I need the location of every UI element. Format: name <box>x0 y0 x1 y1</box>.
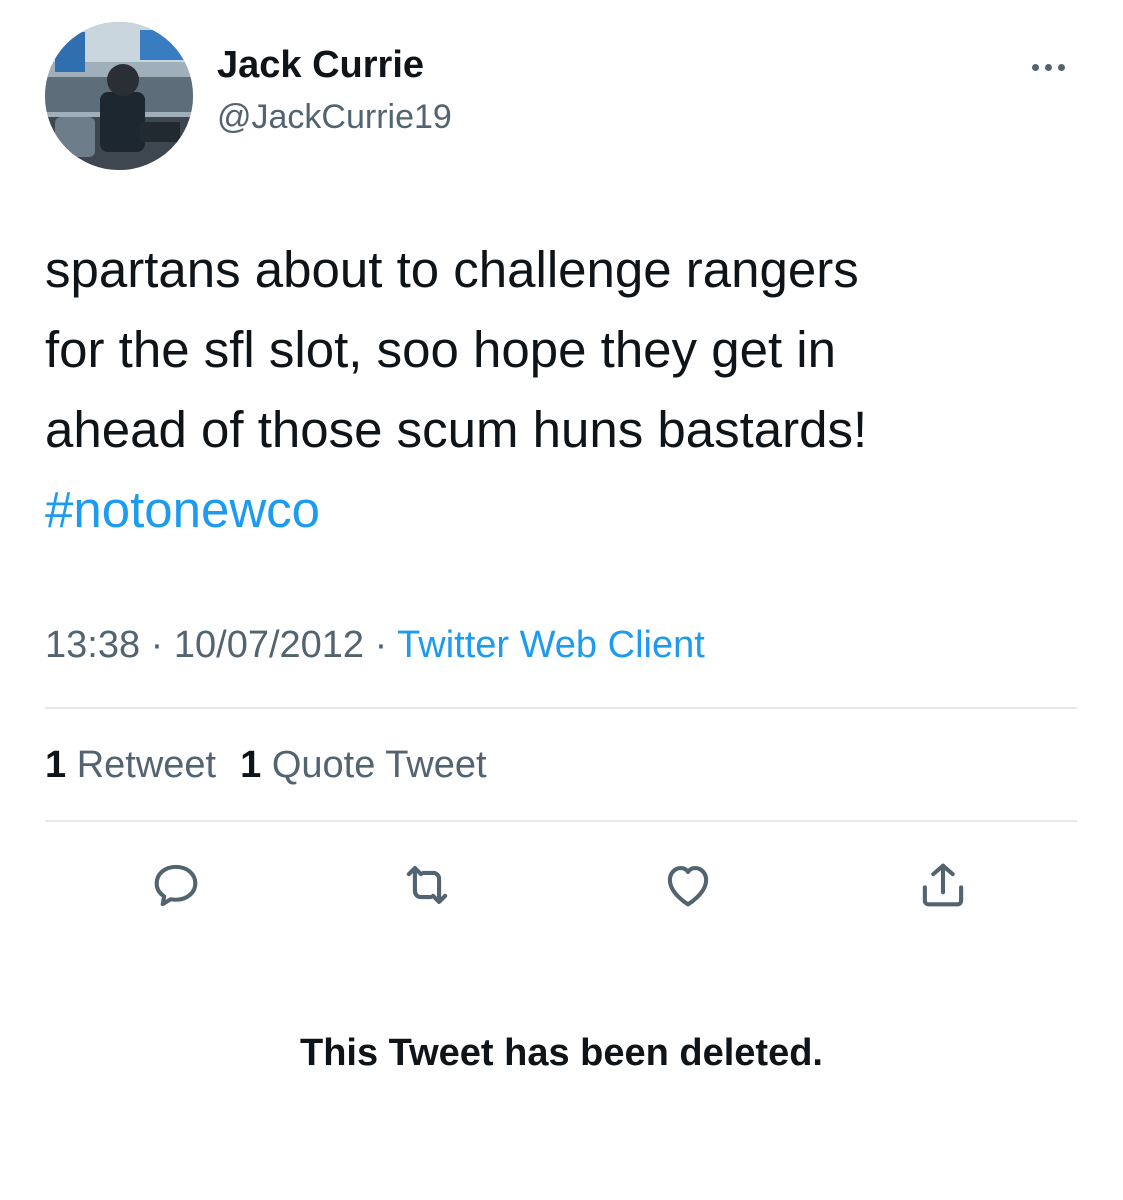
quotes-stat[interactable]: 1 Quote Tweet <box>240 744 486 786</box>
more-options-icon[interactable] <box>1018 52 1078 82</box>
deleted-notice: This Tweet has been deleted. <box>300 1032 823 1074</box>
tweet-source[interactable]: Twitter Web Client <box>397 624 705 666</box>
author-handle[interactable]: @JackCurrie19 <box>217 96 452 138</box>
retweets-stat[interactable]: 1 Retweet <box>45 744 216 786</box>
share-button[interactable] <box>908 850 978 920</box>
reply-button[interactable] <box>141 850 211 920</box>
more-dot <box>1044 63 1052 71</box>
reply-icon <box>154 864 198 907</box>
divider <box>45 707 1077 709</box>
tweet-text-line: ahead of those scum huns bastards! <box>45 401 868 458</box>
tweet-text: spartans about to challenge rangers for … <box>45 230 1085 550</box>
divider <box>45 820 1077 822</box>
action-bar <box>0 850 1123 920</box>
tweet-date[interactable]: 10/07/2012 <box>174 624 364 666</box>
avatar[interactable] <box>45 22 193 170</box>
tweet-meta: 13:38 · 10/07/2012 · Twitter Web Client <box>45 620 705 670</box>
tweet-text-line: spartans about to challenge rangers <box>45 241 859 298</box>
tweet-text-line: for the sfl slot, soo hope they get in <box>45 321 836 378</box>
retweet-count: 1 <box>45 744 67 786</box>
tweet-time[interactable]: 13:38 <box>45 624 140 666</box>
avatar-photo <box>45 22 193 170</box>
like-button[interactable] <box>653 850 723 920</box>
meta-separator: · <box>140 624 174 666</box>
quote-count: 1 <box>240 744 262 786</box>
author-name[interactable]: Jack Currie <box>217 42 424 88</box>
more-dot <box>1031 63 1039 71</box>
retweet-icon <box>406 866 448 904</box>
tweet-stats: 1 Retweet 1 Quote Tweet <box>45 740 487 790</box>
quote-label: Quote Tweet <box>271 744 487 786</box>
meta-separator: · <box>364 624 398 666</box>
share-icon <box>922 863 964 907</box>
hashtag-link[interactable]: #notonewco <box>45 481 320 538</box>
retweet-button[interactable] <box>392 850 462 920</box>
more-dot <box>1057 63 1065 71</box>
retweet-label: Retweet <box>76 744 217 786</box>
like-icon <box>667 866 709 907</box>
